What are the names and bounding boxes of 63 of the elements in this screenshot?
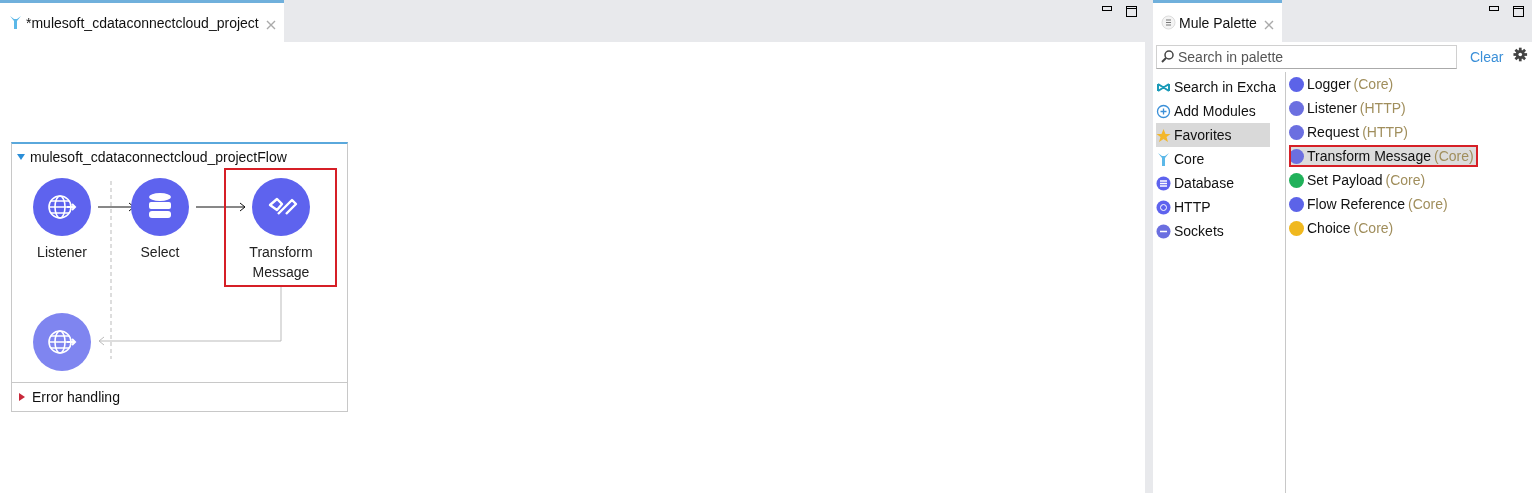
node-label: Select (139, 243, 181, 262)
module-name: (Core) (1353, 76, 1394, 92)
transform-icon-node[interactable] (252, 178, 310, 236)
module-name: (HTTP) (1362, 124, 1409, 140)
category-item[interactable]: Core (1156, 147, 1270, 171)
globe-icon-node[interactable] (33, 178, 91, 236)
clear-link[interactable]: Clear (1470, 49, 1504, 65)
database-icon-node[interactable] (131, 178, 189, 236)
database-icon (1156, 175, 1171, 191)
minimize-icon[interactable] (1489, 6, 1499, 12)
category-item[interactable]: Sockets (1156, 219, 1270, 243)
collapse-triangle-icon[interactable] (17, 152, 25, 161)
component-name: Set Payload (1307, 172, 1383, 188)
module-name: (Core) (1353, 220, 1394, 236)
editor-tab[interactable]: *mulesoft_cdataconnectcloud_project (0, 0, 284, 42)
star-icon (1156, 127, 1171, 143)
component-name: Transform Message (1307, 148, 1431, 164)
category-item[interactable]: Add Modules (1156, 99, 1270, 123)
category-label: Add Modules (1174, 103, 1256, 119)
module-name: (Core) (1433, 148, 1474, 164)
settings-icon[interactable] (1513, 46, 1528, 62)
search-field[interactable]: Search in palette (1156, 45, 1457, 69)
maximize-icon[interactable] (1126, 6, 1137, 17)
search-icon (1160, 49, 1175, 64)
palette-item[interactable]: Choice (Core) (1289, 216, 1398, 240)
palette-item[interactable]: Listener (HTTP) (1289, 96, 1410, 120)
node-label: Listener (36, 243, 88, 262)
node-label: Transform Message (248, 243, 314, 282)
module-name: (HTTP) (1359, 100, 1406, 116)
component-name: Request (1307, 124, 1360, 140)
module-name: (Core) (1385, 172, 1426, 188)
palette-item[interactable]: Transform Message (Core) (1289, 145, 1478, 167)
palette-item[interactable]: Flow Reference (Core) (1289, 192, 1452, 216)
palette-item[interactable]: Request (HTTP) (1289, 120, 1413, 144)
connector-arrow (195, 202, 246, 212)
category-label: HTTP (1174, 199, 1211, 215)
category-label: Search in Excha (1174, 79, 1276, 95)
category-item[interactable]: Search in Excha (1156, 75, 1278, 99)
mule-icon (1156, 151, 1171, 167)
category-label: Sockets (1174, 223, 1224, 239)
list-icon (1161, 15, 1176, 30)
plus-circle-icon (1156, 103, 1171, 119)
component-name: Flow Reference (1307, 196, 1406, 212)
palette-item[interactable]: Set Payload (Core) (1289, 168, 1430, 192)
component-name: Listener (1307, 100, 1357, 116)
maximize-icon[interactable] (1513, 6, 1524, 17)
category-item[interactable]: Favorites (1156, 123, 1270, 147)
palette-item[interactable]: Logger (Core) (1289, 72, 1398, 96)
category-label: Favorites (1174, 127, 1232, 143)
module-name: (Core) (1408, 196, 1448, 212)
palette-tab[interactable]: Mule Palette (1153, 0, 1282, 42)
expand-triangle-icon[interactable] (18, 393, 26, 401)
minimize-icon[interactable] (1102, 6, 1112, 12)
category-label: Database (1174, 175, 1234, 191)
mule-icon (8, 15, 23, 30)
flow-name: mulesoft_cdataconnectcloud_projectFlow (30, 148, 287, 165)
error-handling-label[interactable]: Error handling (32, 389, 120, 405)
component-name: Logger (1307, 76, 1351, 92)
category-item[interactable]: HTTP (1156, 195, 1270, 219)
category-label: Core (1174, 151, 1205, 167)
category-item[interactable]: Database (1156, 171, 1270, 195)
component-name: Choice (1307, 220, 1351, 236)
globe-icon-node[interactable] (33, 313, 91, 371)
